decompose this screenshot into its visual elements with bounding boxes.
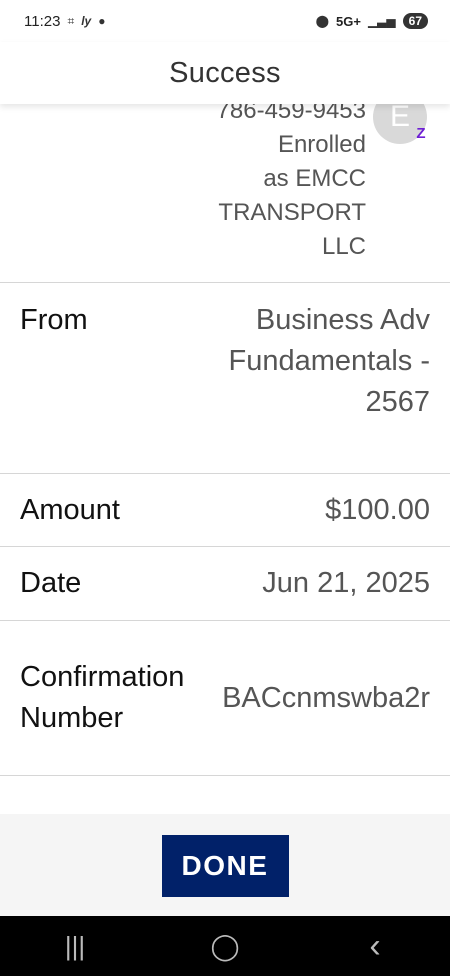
home-icon[interactable]: ◯ [195, 931, 255, 962]
status-bar: 11:23 ⌗ ly ● ⬤ 5G+ ▁▃▅ 67 [0, 0, 450, 42]
status-right: ⬤ 5G+ ▁▃▅ 67 [316, 13, 428, 29]
recipient-name-2: LLC [321, 233, 366, 260]
confirmation-value: BACcnmswba2r [222, 681, 430, 714]
done-button[interactable]: DONE [161, 835, 289, 897]
confirmation-label: Confirmation Number [20, 661, 185, 734]
date-label: Date [20, 567, 82, 599]
zelle-icon: Z [416, 124, 426, 142]
back-icon[interactable]: ‹ [345, 927, 405, 966]
status-left: 11:23 ⌗ ly ● [24, 13, 105, 30]
confirmation-row: Confirmation Number BACcnmswba2r [0, 620, 450, 776]
from-value: Business Adv Fundamentals - 2567 [228, 304, 431, 418]
amount-value: $100.00 [325, 493, 430, 526]
message-icon: ● [98, 14, 106, 28]
recipient-info: 786-459-9453 Enrolled as EMCC TRANSPORT … [217, 104, 366, 264]
system-nav-bar: ||| ◯ ‹ [0, 916, 450, 976]
header: Success [0, 42, 450, 104]
recipient-enrolled-2: as EMCC [263, 165, 366, 192]
footer: DONE [0, 814, 450, 916]
screenshot-icon: ⌗ [67, 13, 75, 28]
signal-icon: ▁▃▅ [367, 14, 396, 28]
recipient-phone: 786-459-9453 [216, 104, 366, 124]
from-label: From [20, 304, 88, 336]
battery-icon: 67 [402, 13, 428, 29]
from-row: From Business Adv Fundamentals - 2567 [0, 282, 450, 473]
date-value: Jun 21, 2025 [262, 567, 430, 599]
recipient-name-1: TRANSPORT [218, 199, 366, 226]
amount-row: Amount $100.00 [0, 473, 450, 546]
lyft-icon: ly [81, 14, 92, 28]
status-time: 11:23 [24, 12, 61, 30]
network-label: 5G+ [336, 13, 361, 29]
recents-icon[interactable]: ||| [45, 931, 105, 962]
recipient-enrolled-1: Enrolled [277, 131, 366, 158]
amount-label: Amount [20, 493, 120, 526]
details-content[interactable]: 786-459-9453 Enrolled as EMCC TRANSPORT … [0, 104, 450, 814]
location-icon: ⬤ [315, 14, 330, 28]
date-row: Date Jun 21, 2025 [0, 546, 450, 620]
page-title: Success [169, 56, 281, 89]
